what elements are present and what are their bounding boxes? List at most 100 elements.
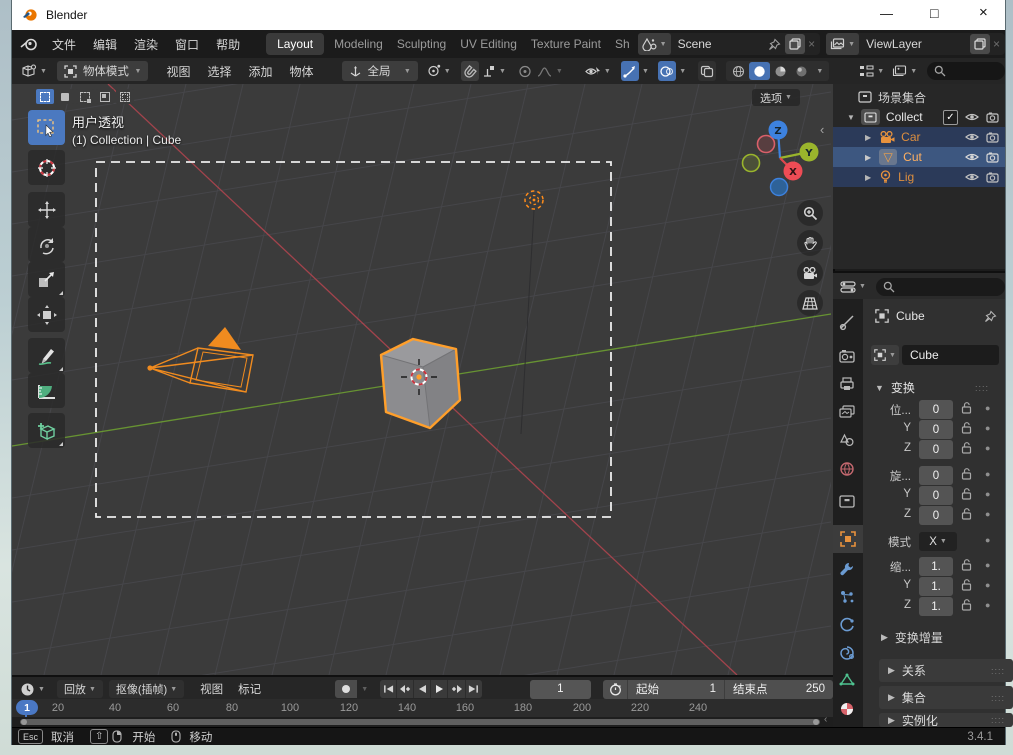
overlays-toggle[interactable] [657,61,677,81]
workspace-tab-texturepaint[interactable]: Texture Paint [531,37,601,51]
start-frame-field[interactable]: 起始 1 [627,679,724,699]
render-visibility-icon[interactable] [986,172,999,183]
properties-search[interactable] [875,277,1005,296]
section-collections[interactable]: ▶ 集合 :::: [879,686,1013,709]
eye-icon[interactable] [965,112,979,122]
maximize-button[interactable]: □ [930,5,938,21]
outliner-row-scene-collection[interactable]: 场景集合 [833,87,1005,107]
pin-icon[interactable] [984,310,997,323]
gizmos-toggle[interactable] [620,61,640,81]
snap-target-dropdown[interactable]: ▼ [482,65,506,78]
viewlayer-browse-button[interactable]: ▼ [826,33,860,55]
tab-material[interactable] [839,701,855,717]
location-y-field[interactable]: 0 [919,420,953,439]
select-mode-extend[interactable] [56,89,74,104]
pan-hand-button[interactable] [797,230,823,256]
gizmo-neg-x[interactable] [756,134,776,154]
tool-select-box[interactable] [28,110,65,145]
outliner-display-mode[interactable]: ▼ [859,64,884,78]
lock-icon[interactable] [961,558,972,571]
animate-dot[interactable]: ● [985,535,990,545]
proportional-editing-toggle[interactable] [518,65,532,78]
tab-object-active[interactable] [833,525,863,553]
tool-rotate[interactable] [28,227,65,262]
select-mode-invert[interactable] [96,89,114,104]
tab-collection[interactable] [839,495,855,508]
outliner-row-camera[interactable]: ▶ Car [833,127,1005,147]
cube-expand-icon[interactable]: ▶ [865,153,871,162]
object-name-field[interactable]: Cube [901,345,999,365]
lock-icon[interactable] [961,578,972,591]
rotation-z-field[interactable]: 0 [919,506,953,525]
tab-output[interactable] [839,377,855,391]
new-viewlayer-button[interactable] [969,34,990,54]
properties-editor-type[interactable]: ▼ [840,280,866,294]
visibility-dropdown[interactable]: ▼ [584,65,611,78]
menu-window[interactable]: 窗口 [175,36,199,53]
animate-dot[interactable]: ● [985,580,990,590]
eye-icon[interactable] [965,172,979,182]
render-visibility-icon[interactable] [986,152,999,163]
tab-viewlayer[interactable] [839,405,855,419]
menu-help[interactable]: 帮助 [216,36,240,53]
select-mode-tweak[interactable] [36,89,54,104]
new-scene-button[interactable] [785,34,806,54]
delta-transform-header[interactable]: ▶ 变换增量 [881,629,943,646]
gizmo-neg-z[interactable] [769,177,789,197]
stopwatch-icon[interactable] [603,682,627,696]
rotation-mode-dropdown[interactable]: X ▼ [919,532,957,551]
animate-dot[interactable]: ● [985,560,990,570]
animate-dot[interactable]: ● [985,403,990,413]
workspace-tab-shading[interactable]: Sh [615,37,630,51]
close-button[interactable]: × [979,4,988,21]
timeline-markers-menu[interactable]: 标记 [238,681,261,697]
region-scroll-arrow-icon[interactable]: ‹ [824,714,827,725]
viewport-menu-add[interactable]: 添加 [248,63,272,80]
lock-icon[interactable] [961,421,972,434]
object-id-dropdown[interactable]: ▼ [871,345,899,365]
lock-icon[interactable] [961,467,972,480]
viewport-menu-select[interactable]: 选择 [207,63,231,80]
shading-rendered-button[interactable] [791,62,812,80]
play-button[interactable] [431,680,448,698]
sidebar-collapse-icon[interactable]: ‹ [820,122,824,137]
section-relations[interactable]: ▶ 关系 :::: [879,659,1013,682]
tool-scale[interactable] [28,262,65,297]
tab-object-data[interactable] [839,673,855,687]
timeline-editor-type[interactable]: ▼ [20,682,45,697]
tab-tool[interactable] [839,315,855,331]
tab-constraints[interactable] [839,645,855,661]
pivot-dropdown[interactable]: ▼ [426,64,451,78]
eye-icon[interactable] [965,152,979,162]
viewport-canvas[interactable]: Z Y X [12,84,831,675]
remove-viewlayer-icon[interactable]: × [993,37,1000,51]
tool-annotate[interactable] [28,338,65,373]
editor-type-button[interactable]: ▼ [20,64,47,78]
animate-dot[interactable]: ● [985,509,990,519]
panel-grip[interactable]: :::: [991,693,1005,703]
rotation-x-field[interactable]: 0 [919,466,953,485]
tool-add-cube[interactable] [28,413,65,448]
transform-panel-header[interactable]: ▼ 变换 :::: [875,379,997,396]
keying-menu[interactable]: 抠像(插帧) ▼ [108,680,185,698]
panel-grip[interactable]: :::: [975,383,989,393]
camera-view-button[interactable] [797,260,823,286]
location-x-field[interactable]: 0 [919,400,953,419]
auto-keying-button[interactable] [335,680,358,698]
scene-name[interactable]: Scene [678,37,712,51]
current-frame-field[interactable]: 1 [529,679,591,699]
xray-toggle[interactable] [698,61,717,81]
viewlayer-name[interactable]: ViewLayer [866,37,922,51]
ortho-toggle-button[interactable] [797,290,823,316]
tab-scene[interactable] [839,433,855,447]
workspace-tab-modeling[interactable]: Modeling [334,37,383,51]
render-visibility-icon[interactable] [986,132,999,143]
outliner-search[interactable] [927,62,1005,80]
eye-icon[interactable] [965,132,979,142]
playback-menu[interactable]: 回放 ▼ [56,680,103,698]
menu-render[interactable]: 渲染 [134,36,158,53]
outliner-row-collection[interactable]: ▼ Collect ✓ [833,107,1005,127]
outliner-row-cube[interactable]: ▶ ▽ Cut [833,147,1005,167]
tab-particles[interactable] [839,589,855,605]
tool-measure[interactable] [28,373,65,408]
